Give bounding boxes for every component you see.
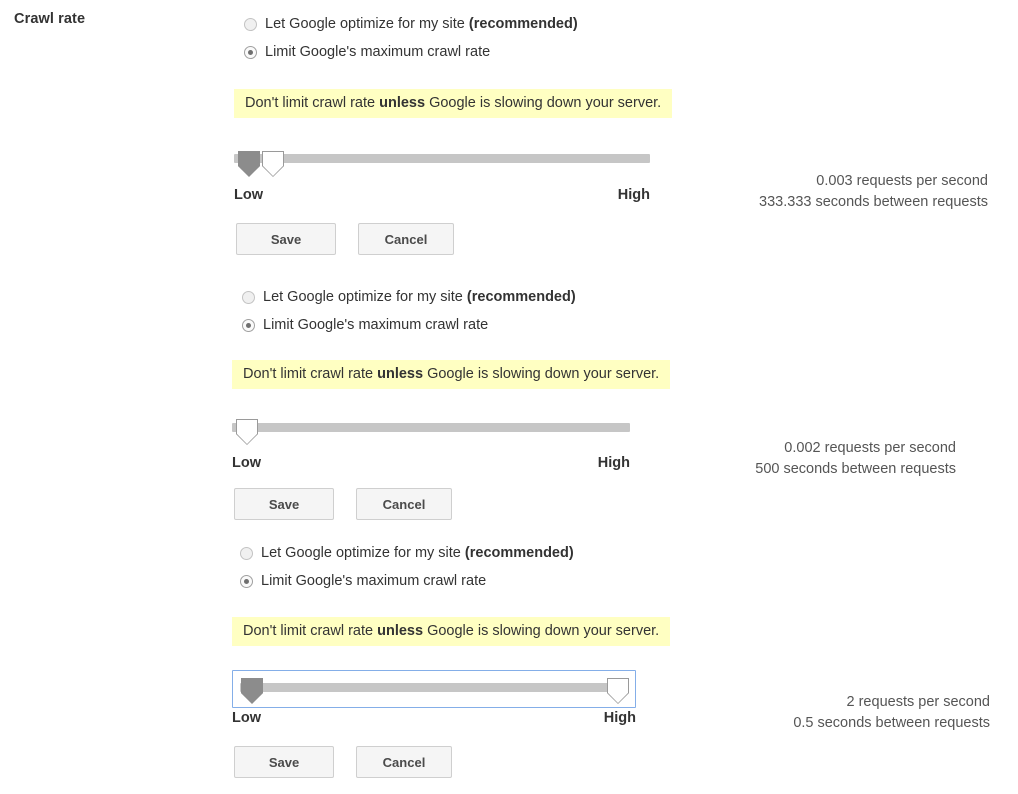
cancel-button-3[interactable]: Cancel [356,746,452,778]
warning-prefix-1: Don't limit crawl rate [245,95,380,111]
radio-row-limit-1[interactable]: Limit Google's maximum crawl rate [244,45,490,60]
button-row-3: Save Cancel [234,746,452,778]
slider-track-3[interactable] [240,683,628,692]
crawl-rate-slider-2[interactable] [232,418,630,448]
crawl-warning-banner-2: Don't limit crawl rate unless Google is … [232,360,671,389]
slider-high-label-1: High [617,187,650,203]
seconds-between-requests-1: 333.333 seconds between requests [759,193,988,210]
button-row-2: Save Cancel [234,488,452,520]
radio-row-limit-3[interactable]: Limit Google's maximum crawl rate [240,574,486,589]
radio-limit-2[interactable] [242,318,255,332]
slider-handle-min-1[interactable] [238,151,260,177]
crawl-rate-slider-3[interactable] [232,670,636,710]
radio-row-optimize-3[interactable]: Let Google optimize for my site (recomme… [240,546,574,561]
slider-range-labels-3: Low High [232,710,636,726]
radio-limit-1[interactable] [244,45,257,59]
warning-suffix-1: Google is slowing down your server. [425,95,662,111]
crawl-warning-banner-3: Don't limit crawl rate unless Google is … [232,617,671,646]
slider-low-label-3: Low [232,710,261,726]
radio-row-optimize-1[interactable]: Let Google optimize for my site (recomme… [244,17,578,32]
slider-track-1[interactable] [234,154,650,163]
crawl-rate-readout-1: 0.003 requests per second 333.333 second… [658,171,988,212]
requests-per-second-1: 0.003 requests per second [816,173,988,189]
crawl-rate-slider-1[interactable] [234,150,650,180]
slider-track-2[interactable] [232,423,630,432]
seconds-between-requests-2: 500 seconds between requests [755,460,956,477]
crawl-rate-readout-2: 0.002 requests per second 500 seconds be… [626,438,956,479]
radio-limit-3[interactable] [240,574,253,588]
slider-low-label-1: Low [234,187,263,203]
cancel-button-1[interactable]: Cancel [358,223,454,255]
radio-optimize-recommended-3: (recommended) [464,545,574,561]
crawl-rate-panel-1: Let Google optimize for my site (recomme… [0,0,1018,270]
radio-optimize-3[interactable] [240,546,253,560]
radio-limit-label-1: Limit Google's maximum crawl rate [265,44,491,60]
warning-suffix-3: Google is slowing down your server. [423,623,660,639]
radio-optimize-1[interactable] [244,17,257,31]
radio-limit-label-2: Limit Google's maximum crawl rate [263,317,489,333]
save-button-1[interactable]: Save [236,223,336,255]
button-row-1: Save Cancel [236,223,454,255]
slider-range-labels-2: Low High [232,455,630,471]
radio-optimize-2[interactable] [242,290,255,304]
warning-emphasis-1: unless [379,95,426,111]
radio-optimize-text-2: Let Google optimize for my site [263,289,467,305]
crawl-rate-panel-3: Let Google optimize for my site (recomme… [0,532,1018,794]
radio-limit-label-3: Limit Google's maximum crawl rate [261,573,487,589]
save-button-3[interactable]: Save [234,746,334,778]
slider-range-labels-1: Low High [234,187,650,203]
save-button-2[interactable]: Save [234,488,334,520]
radio-optimize-recommended-1: (recommended) [468,16,578,32]
requests-per-second-2: 0.002 requests per second [784,440,956,456]
slider-low-label-2: Low [232,455,261,471]
radio-optimize-text-3: Let Google optimize for my site [261,545,465,561]
warning-prefix-3: Don't limit crawl rate [243,623,378,639]
radio-optimize-label-2: Let Google optimize for my site (recomme… [263,290,576,305]
crawl-rate-panel-2: Let Google optimize for my site (recomme… [0,270,1018,532]
warning-emphasis-2: unless [377,366,424,382]
radio-optimize-label-1: Let Google optimize for my site (recomme… [265,17,578,32]
radio-row-optimize-2[interactable]: Let Google optimize for my site (recomme… [242,290,576,305]
requests-per-second-3: 2 requests per second [846,694,990,710]
cancel-button-2[interactable]: Cancel [356,488,452,520]
radio-optimize-label-3: Let Google optimize for my site (recomme… [261,546,574,561]
warning-suffix-2: Google is slowing down your server. [423,366,660,382]
radio-row-limit-2[interactable]: Limit Google's maximum crawl rate [242,318,488,333]
seconds-between-requests-3: 0.5 seconds between requests [793,714,990,731]
crawl-warning-banner-1: Don't limit crawl rate unless Google is … [234,89,673,118]
slider-high-label-3: High [603,710,636,726]
slider-handle-max-2[interactable] [236,419,258,445]
slider-handle-max-1[interactable] [262,151,284,177]
radio-optimize-recommended-2: (recommended) [466,289,576,305]
crawl-rate-readout-3: 2 requests per second 0.5 seconds betwee… [660,692,990,733]
radio-optimize-text-1: Let Google optimize for my site [265,16,469,32]
warning-prefix-2: Don't limit crawl rate [243,366,378,382]
warning-emphasis-3: unless [377,623,424,639]
